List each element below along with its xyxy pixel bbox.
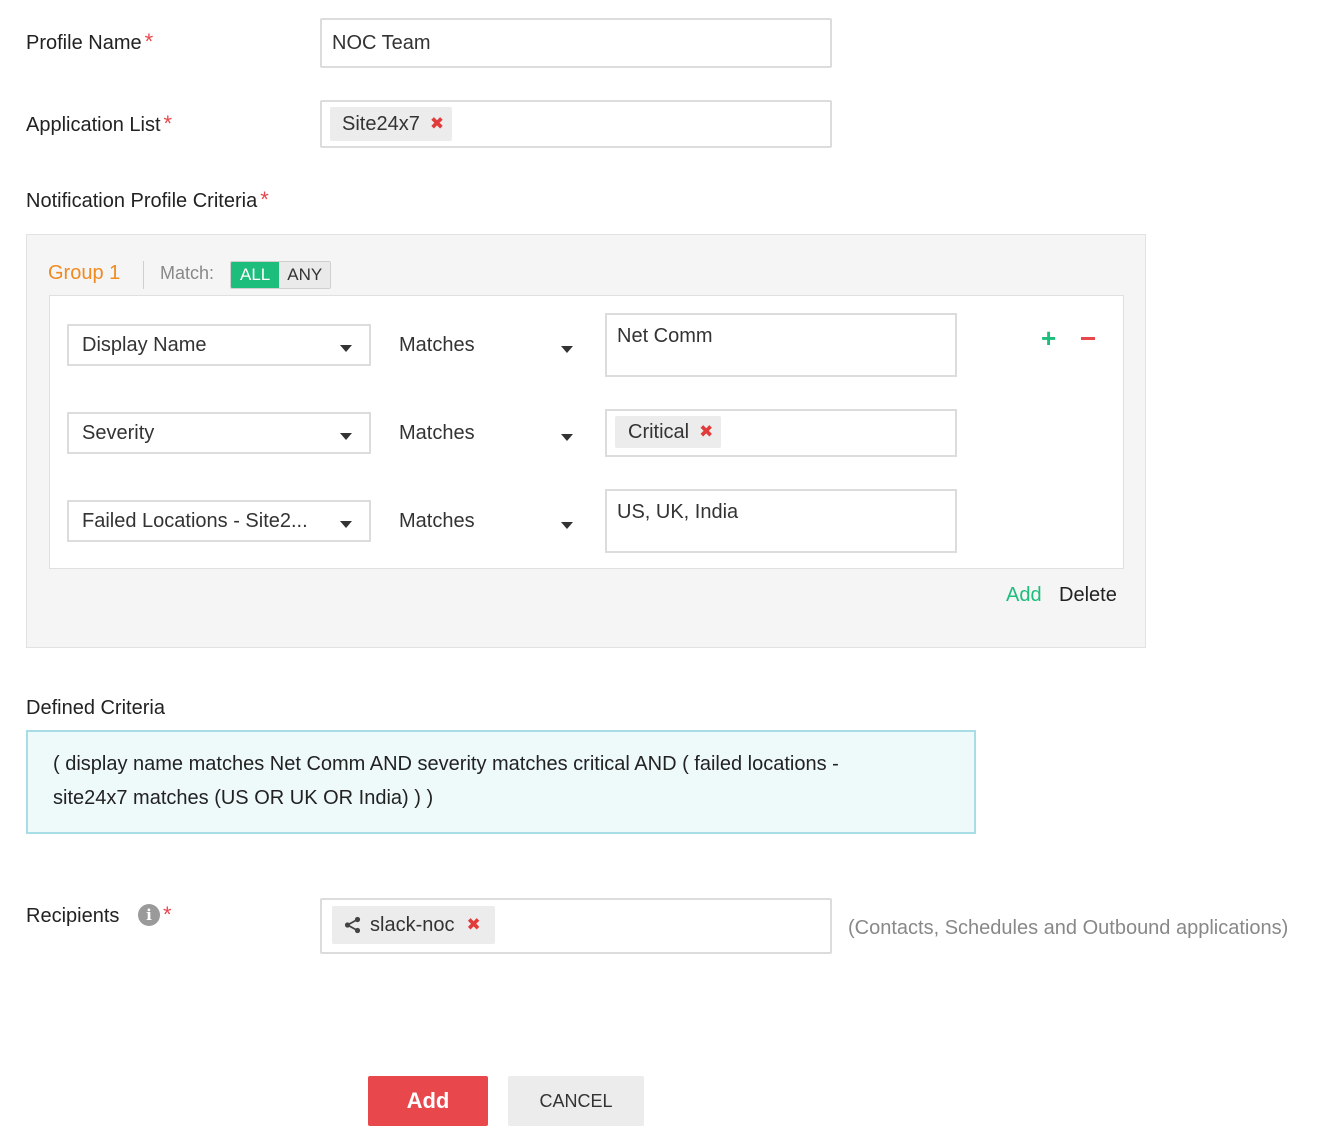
- recipient-tag: slack-noc ✖: [332, 906, 495, 944]
- criteria-value-input[interactable]: Net Comm: [605, 313, 957, 377]
- chevron-down-icon: [340, 433, 352, 440]
- rules-box: Display Name Matches Net Comm + Severity…: [49, 295, 1124, 569]
- defined-criteria-label: Defined Criteria: [26, 697, 165, 719]
- application-tag: Site24x7 ✖: [330, 107, 453, 141]
- share-icon: [344, 916, 361, 934]
- profile-name-label: Profile Name *: [26, 29, 154, 54]
- info-icon[interactable]: i: [138, 904, 160, 926]
- chevron-down-icon[interactable]: [561, 346, 573, 353]
- match-any-option[interactable]: ANY: [279, 262, 331, 288]
- add-button[interactable]: Add: [368, 1076, 488, 1126]
- criteria-label: Notification Profile Criteria *: [26, 187, 269, 212]
- remove-condition-icon[interactable]: [1081, 337, 1095, 340]
- application-list-label: Application List *: [26, 111, 173, 136]
- required-asterisk: *: [260, 187, 269, 212]
- criteria-operator-select[interactable]: Matches: [399, 334, 475, 357]
- delete-group-link[interactable]: Delete: [1059, 584, 1117, 607]
- severity-tag: Critical ✖: [615, 416, 722, 448]
- match-all-option[interactable]: ALL: [231, 262, 280, 288]
- required-asterisk: *: [163, 111, 173, 136]
- remove-tag-icon[interactable]: ✖: [430, 114, 444, 134]
- defined-criteria-box: ( display name matches Net Comm AND seve…: [26, 730, 976, 834]
- required-asterisk: *: [144, 29, 154, 54]
- add-condition-icon[interactable]: +: [1041, 325, 1056, 351]
- profile-name-input[interactable]: NOC Team: [320, 18, 832, 68]
- group-title: Group 1: [48, 262, 121, 284]
- chevron-down-icon: [340, 345, 352, 352]
- remove-tag-icon[interactable]: ✖: [466, 915, 480, 935]
- application-list-input[interactable]: Site24x7 ✖: [320, 100, 832, 148]
- remove-tag-icon[interactable]: ✖: [699, 422, 713, 442]
- divider: [143, 261, 144, 289]
- recipients-hint: (Contacts, Schedules and Outbound applic…: [848, 917, 1289, 939]
- criteria-field-select[interactable]: Display Name: [67, 324, 371, 366]
- defined-criteria-line: site24x7 matches (US OR UK OR India) ) ): [53, 787, 434, 809]
- criteria-field-select[interactable]: Failed Locations - Site2...: [67, 500, 371, 542]
- chevron-down-icon[interactable]: [561, 522, 573, 529]
- criteria-value-input[interactable]: Critical ✖: [605, 409, 957, 457]
- match-label: Match:: [160, 263, 215, 283]
- criteria-operator-select[interactable]: Matches: [399, 422, 475, 445]
- criteria-operator-select[interactable]: Matches: [399, 510, 475, 533]
- cancel-button[interactable]: CANCEL: [508, 1076, 644, 1126]
- chevron-down-icon[interactable]: [561, 434, 573, 441]
- add-group-link[interactable]: Add: [1006, 584, 1042, 607]
- criteria-panel: Group 1 Match: ALL ANY Display Name Matc…: [26, 234, 1146, 648]
- criteria-value-input[interactable]: US, UK, India: [605, 489, 957, 553]
- recipients-input[interactable]: slack-noc ✖: [320, 898, 832, 954]
- required-asterisk: *: [163, 902, 172, 927]
- match-toggle: ALL ANY: [230, 261, 332, 289]
- chevron-down-icon: [340, 521, 352, 528]
- recipients-label: Recipients: [26, 905, 120, 927]
- defined-criteria-line: ( display name matches Net Comm AND seve…: [53, 753, 839, 775]
- criteria-field-select[interactable]: Severity: [67, 412, 371, 454]
